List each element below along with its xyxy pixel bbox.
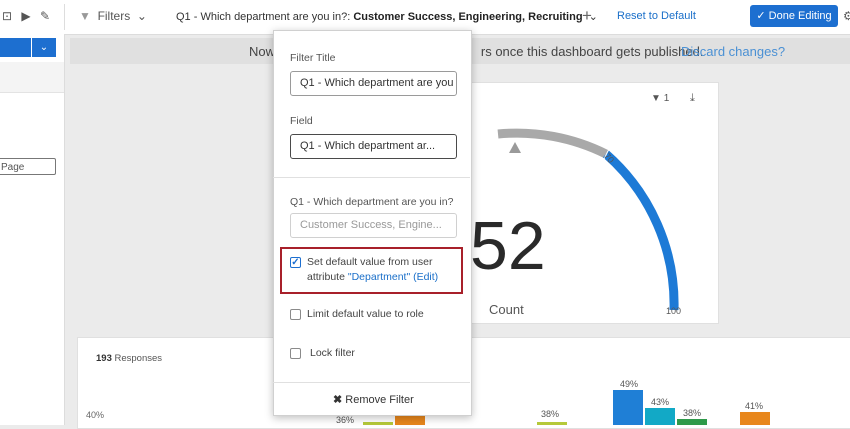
- gauge-value-arc: [603, 150, 679, 311]
- add-filter-button[interactable]: +: [582, 6, 592, 26]
- page-select-button[interactable]: [0, 38, 31, 57]
- gauge-tick-100: 100: [666, 306, 682, 316]
- remove-filter-label: Remove Filter: [345, 394, 414, 406]
- filter-count: 1: [663, 93, 670, 104]
- filter-icon: ▼: [651, 93, 661, 104]
- done-editing-label: Done Editing: [768, 10, 832, 22]
- chart-bar: [645, 408, 675, 425]
- bar-label: 38%: [541, 409, 560, 419]
- bar-label: 41%: [745, 401, 764, 411]
- responses-number: 193: [96, 353, 112, 364]
- done-editing-button[interactable]: ✓ Done Editing: [750, 5, 838, 27]
- limit-role-checkbox[interactable]: [290, 309, 301, 320]
- field-label: Field: [290, 115, 313, 127]
- export-icon[interactable]: ⊡: [0, 9, 14, 23]
- close-icon: ✖: [333, 394, 343, 406]
- reset-to-default-link[interactable]: Reset to Default: [617, 10, 696, 22]
- filter-icon: ▼: [79, 9, 91, 23]
- filters-label: Filters: [97, 9, 131, 23]
- field-select[interactable]: Q1 - Which department ar...: [290, 134, 457, 159]
- brush-icon[interactable]: ✎: [38, 9, 52, 23]
- filter-values: Customer Success, Engineering, Recruitin…: [353, 11, 583, 23]
- limit-role-label: Limit default value to role: [307, 308, 424, 320]
- chart-bar: [740, 412, 770, 425]
- responses-count: 193 Responses: [96, 353, 162, 364]
- chevron-down-icon: ⌄: [136, 9, 147, 23]
- toolbar-divider: [64, 4, 65, 30]
- filter-title-label: Filter Title: [290, 52, 336, 64]
- lock-filter-checkbox[interactable]: [290, 348, 301, 359]
- question-label: Q1 - Which department are you in?: [290, 196, 454, 208]
- popover-divider: [273, 382, 470, 383]
- filter-title-input[interactable]: Q1 - Which department are you: [290, 71, 457, 96]
- bar-label: 36%: [336, 415, 355, 425]
- download-icon[interactable]: ⤓: [690, 92, 695, 105]
- gauge-label: Count: [489, 302, 524, 317]
- gauge-marker-icon: [509, 142, 521, 153]
- page-name-input[interactable]: Page: [0, 158, 56, 175]
- chart-bar: [613, 390, 643, 425]
- gauge-value: 52: [470, 208, 546, 284]
- bar-label: 38%: [683, 408, 702, 418]
- widget-filter-indicator[interactable]: ▼ 1: [651, 93, 669, 104]
- check-icon: ✓: [756, 10, 766, 22]
- gear-icon[interactable]: ⚙: [843, 9, 850, 23]
- present-icon[interactable]: ▶: [19, 9, 33, 23]
- popover-divider: [273, 177, 470, 178]
- bar-label: 49%: [620, 379, 639, 389]
- responses-label: Responses: [114, 353, 163, 364]
- chart-bar: [677, 419, 707, 425]
- remove-filter-button[interactable]: ✖ Remove Filter: [333, 393, 414, 406]
- active-filter-chip[interactable]: Q1 - Which department are you in?: Custo…: [176, 10, 598, 23]
- highlight-box: [280, 247, 463, 294]
- filter-question: Q1 - Which department are you in?:: [176, 11, 351, 23]
- default-value-select[interactable]: Customer Success, Engine...: [290, 213, 457, 238]
- chevron-down-icon[interactable]: ⌄: [32, 38, 56, 57]
- y-axis-tick: 40%: [86, 410, 105, 420]
- discard-changes-link[interactable]: Discard changes?: [681, 44, 785, 59]
- gauge-chart: [497, 128, 679, 311]
- bar-label: 43%: [651, 397, 670, 407]
- lock-filter-label: Lock filter: [310, 347, 355, 359]
- left-panel-row: [0, 62, 64, 93]
- filters-menu[interactable]: ▼ Filters ⌄: [79, 9, 147, 23]
